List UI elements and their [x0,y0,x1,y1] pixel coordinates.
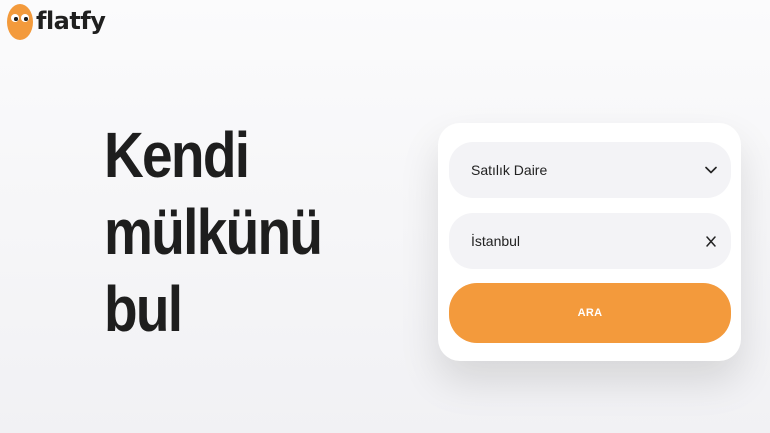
logo-text: flatfy [36,7,106,35]
hero-title-line-1: Kendi [104,119,250,191]
hero-title-line-3: bul [104,273,183,345]
hero-title: Kendi mülkünü bul [104,117,323,348]
chevron-down-icon [703,162,719,178]
search-card: Satılık Daire İstanbul ARA [438,123,741,361]
hero-title-line-2: mülkünü [104,196,323,268]
location-input[interactable]: İstanbul [449,213,731,269]
property-type-select[interactable]: Satılık Daire [449,142,731,198]
location-value: İstanbul [471,233,521,249]
flatfy-logo[interactable]: flatfy [7,4,106,40]
search-button[interactable]: ARA [449,283,731,343]
logo-owl-icon [7,4,33,40]
property-type-value: Satılık Daire [471,162,548,178]
close-icon[interactable] [703,233,719,249]
